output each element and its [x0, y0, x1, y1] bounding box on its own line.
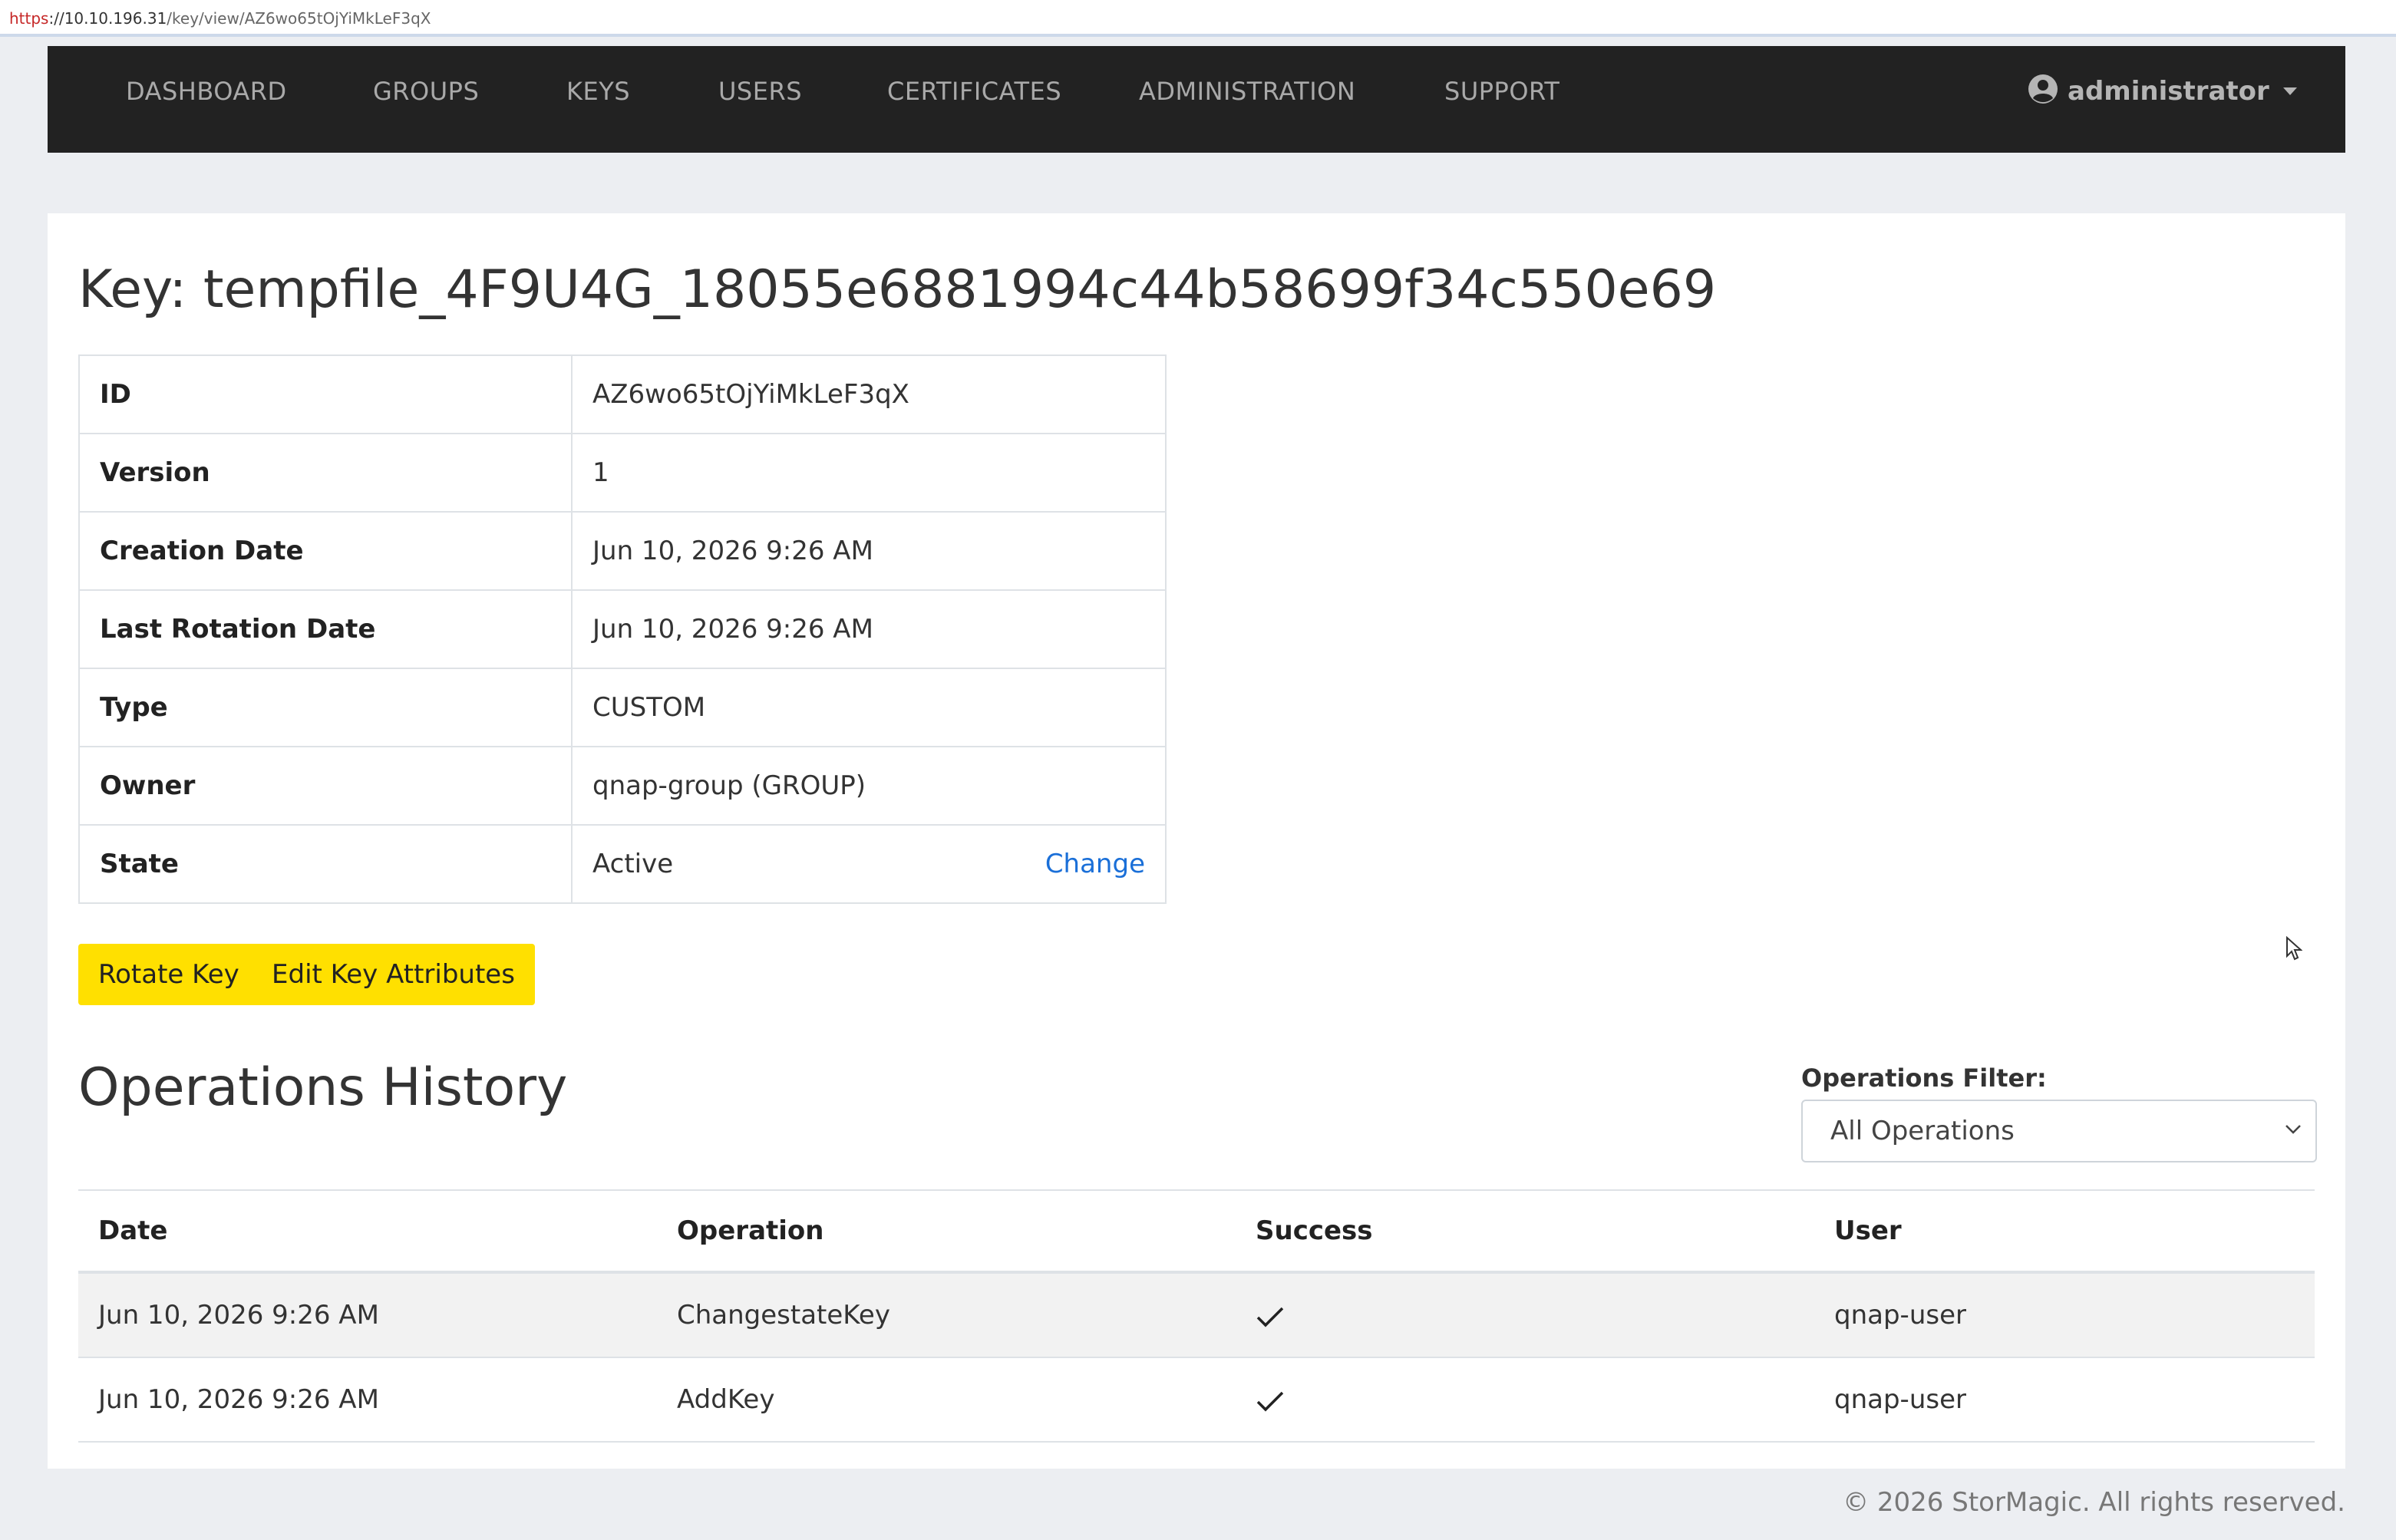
key-details-table: ID AZ6wo65tOjYiMkLeF3qX Version 1 Creati… [78, 354, 1167, 904]
column-header-operation: Operation [657, 1189, 1236, 1274]
detail-label: Creation Date [78, 511, 573, 591]
detail-row-state: State Active Change [78, 824, 1167, 904]
edit-key-attributes-button[interactable]: Edit Key Attributes [252, 944, 535, 1005]
detail-value: Jun 10, 2026 9:26 AM [571, 511, 1167, 591]
detail-value: Jun 10, 2026 9:26 AM [571, 589, 1167, 669]
page-title: Key: tempfile_4F9U4G_18055e6881994c44b58… [78, 259, 1717, 320]
detail-value: CUSTOM [571, 668, 1167, 747]
address-bar[interactable]: https://10.10.196.31/key/view/AZ6wo65tOj… [0, 0, 2396, 37]
cell-user: qnap-user [1814, 1272, 2315, 1358]
url-path: /key/view/AZ6wo65tOjYiMkLeF3qX [167, 9, 431, 28]
change-state-link[interactable]: Change [1045, 849, 1145, 879]
detail-row-creation-date: Creation Date Jun 10, 2026 9:26 AM [78, 511, 1167, 591]
caret-down-icon [2282, 87, 2297, 95]
cell-success [1236, 1272, 1814, 1358]
user-circle-icon [2028, 74, 2058, 104]
cell-operation: AddKey [657, 1357, 1236, 1443]
nav-groups[interactable]: GROUPS [373, 46, 479, 153]
detail-row-version: Version 1 [78, 433, 1167, 513]
operations-filter-label: Operations Filter: [1801, 1063, 2047, 1093]
nav-users[interactable]: USERS [718, 46, 802, 153]
detail-label: Last Rotation Date [78, 589, 573, 669]
operations-history-title: Operations History [78, 1057, 568, 1118]
cell-operation: ChangestateKey [657, 1272, 1236, 1358]
url-host: ://10.10.196.31 [48, 9, 167, 28]
operations-filter-value: All Operations [1830, 1116, 2015, 1146]
table-row: Jun 10, 2026 9:26 AM AddKey qnap-user [78, 1357, 2315, 1443]
detail-label: Type [78, 668, 573, 747]
detail-value: qnap-group (GROUP) [571, 746, 1167, 826]
detail-value: AZ6wo65tOjYiMkLeF3qX [571, 354, 1167, 434]
detail-label: Version [78, 433, 573, 513]
operations-filter-select[interactable]: All Operations [1801, 1100, 2317, 1162]
nav-support[interactable]: SUPPORT [1444, 46, 1559, 153]
detail-row-id: ID AZ6wo65tOjYiMkLeF3qX [78, 354, 1167, 434]
detail-row-type: Type CUSTOM [78, 668, 1167, 747]
username: administrator [2068, 76, 2269, 107]
top-navbar: DASHBOARD GROUPS KEYS USERS CERTIFICATES… [48, 46, 2345, 153]
key-detail-card: Key: tempfile_4F9U4G_18055e6881994c44b58… [48, 213, 2345, 1469]
detail-row-last-rotation-date: Last Rotation Date Jun 10, 2026 9:26 AM [78, 589, 1167, 669]
column-header-user: User [1814, 1189, 2315, 1274]
cell-success [1236, 1357, 1814, 1443]
nav-certificates[interactable]: CERTIFICATES [887, 46, 1061, 153]
detail-value: 1 [571, 433, 1167, 513]
operations-table: Date Operation Success User Jun 10, 2026… [78, 1189, 2315, 1443]
detail-row-owner: Owner qnap-group (GROUP) [78, 746, 1167, 826]
column-header-date: Date [78, 1189, 657, 1274]
cell-date: Jun 10, 2026 9:26 AM [78, 1272, 657, 1358]
nav-dashboard[interactable]: DASHBOARD [126, 46, 287, 153]
chevron-down-icon [2285, 1125, 2301, 1134]
url-scheme: https [9, 9, 49, 28]
nav-keys[interactable]: KEYS [566, 46, 630, 153]
check-icon [1256, 1307, 1284, 1327]
cell-user: qnap-user [1814, 1357, 2315, 1443]
nav-administration[interactable]: ADMINISTRATION [1139, 46, 1355, 153]
rotate-key-button[interactable]: Rotate Key [78, 944, 259, 1005]
detail-value-state: Active Change [571, 824, 1167, 904]
cell-date: Jun 10, 2026 9:26 AM [78, 1357, 657, 1443]
detail-label: ID [78, 354, 573, 434]
table-header-row: Date Operation Success User [78, 1189, 2315, 1274]
footer-copyright: © 2026 StorMagic. All rights reserved. [1843, 1487, 2345, 1518]
detail-label: State [78, 824, 573, 904]
table-row: Jun 10, 2026 9:26 AM ChangestateKey qnap… [78, 1272, 2315, 1358]
detail-label: Owner [78, 746, 573, 826]
user-menu[interactable]: administrator [2028, 46, 2297, 153]
check-icon [1256, 1391, 1284, 1411]
mouse-pointer-icon [2286, 936, 2302, 961]
column-header-success: Success [1236, 1189, 1814, 1274]
state-value: Active [592, 849, 674, 879]
